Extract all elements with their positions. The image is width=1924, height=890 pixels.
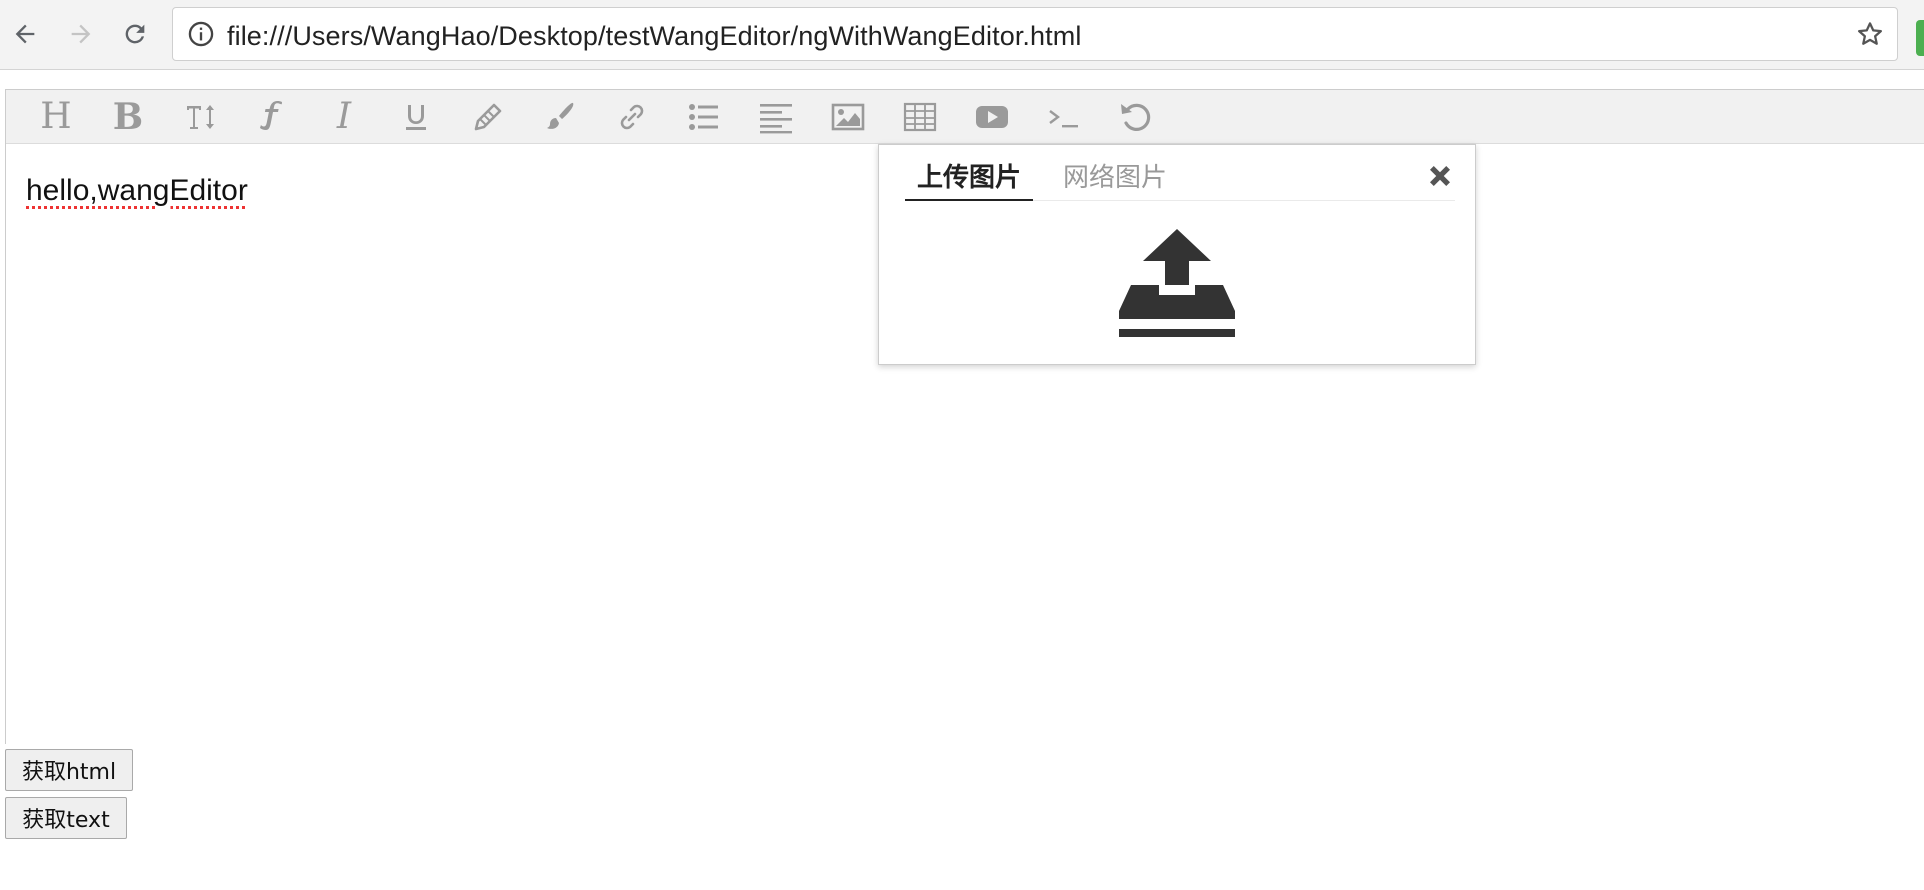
arrow-left-icon: [15, 24, 35, 44]
link-button[interactable]: [608, 98, 656, 136]
underline-icon: [406, 105, 426, 130]
image-menu-panel: 上传图片 网络图片: [878, 144, 1476, 365]
address-bar[interactable]: file:///Users/WangHao/Desktop/testWangEd…: [172, 7, 1898, 61]
info-icon[interactable]: [187, 20, 215, 48]
back-button[interactable]: [6, 15, 44, 53]
pencil-icon: [474, 103, 502, 131]
undo-button[interactable]: [1112, 98, 1160, 136]
bold-icon: B: [112, 96, 144, 138]
table-button[interactable]: [896, 98, 944, 136]
paintbrush-icon: [547, 102, 574, 129]
terminal-icon: [1049, 110, 1078, 128]
table-icon: [903, 102, 937, 132]
get-text-button[interactable]: 获取text: [5, 797, 127, 839]
arrow-right-icon: [71, 24, 91, 44]
list-button[interactable]: [680, 98, 728, 136]
font-size-icon: [185, 105, 214, 129]
align-left-icon: [760, 104, 792, 134]
forward-button[interactable]: [62, 15, 100, 53]
extension-icon[interactable]: [1916, 20, 1924, 56]
star-icon[interactable]: [1855, 19, 1885, 49]
upload-icon[interactable]: [1115, 227, 1239, 339]
editor-toolbar: H B I: [6, 90, 1924, 144]
font-family-button[interactable]: [248, 98, 296, 136]
close-icon[interactable]: [1425, 161, 1455, 191]
reload-icon: [125, 24, 145, 44]
fore-color-button[interactable]: [464, 98, 512, 136]
underline-button[interactable]: [392, 98, 440, 136]
list-icon: [689, 104, 718, 130]
image-icon: [831, 103, 865, 131]
video-button[interactable]: [968, 98, 1016, 136]
heading-icon: H: [40, 96, 72, 137]
font-family-icon: [260, 101, 282, 130]
bold-button[interactable]: B: [104, 98, 152, 136]
italic-icon: I: [336, 96, 352, 137]
editor-text[interactable]: hello,wangEditor: [26, 174, 248, 208]
code-button[interactable]: [1040, 98, 1088, 136]
get-html-button[interactable]: 获取html: [5, 749, 133, 791]
url-text[interactable]: file:///Users/WangHao/Desktop/testWangEd…: [227, 21, 1081, 52]
italic-button[interactable]: I: [320, 98, 368, 136]
image-menu-tabs: 上传图片 网络图片: [905, 157, 1455, 201]
undo-icon: [1121, 103, 1151, 131]
browser-toolbar: file:///Users/WangHao/Desktop/testWangEd…: [0, 0, 1924, 70]
link-icon: [620, 104, 644, 130]
tab-network-image[interactable]: 网络图片: [1053, 157, 1177, 201]
back-color-button[interactable]: [536, 98, 584, 136]
heading-button[interactable]: H: [32, 98, 80, 136]
justify-button[interactable]: [752, 98, 800, 136]
video-icon: [976, 106, 1008, 128]
reload-button[interactable]: [116, 15, 154, 53]
image-button[interactable]: [824, 98, 872, 136]
tab-upload-image[interactable]: 上传图片: [905, 157, 1034, 201]
font-size-button[interactable]: [176, 98, 224, 136]
